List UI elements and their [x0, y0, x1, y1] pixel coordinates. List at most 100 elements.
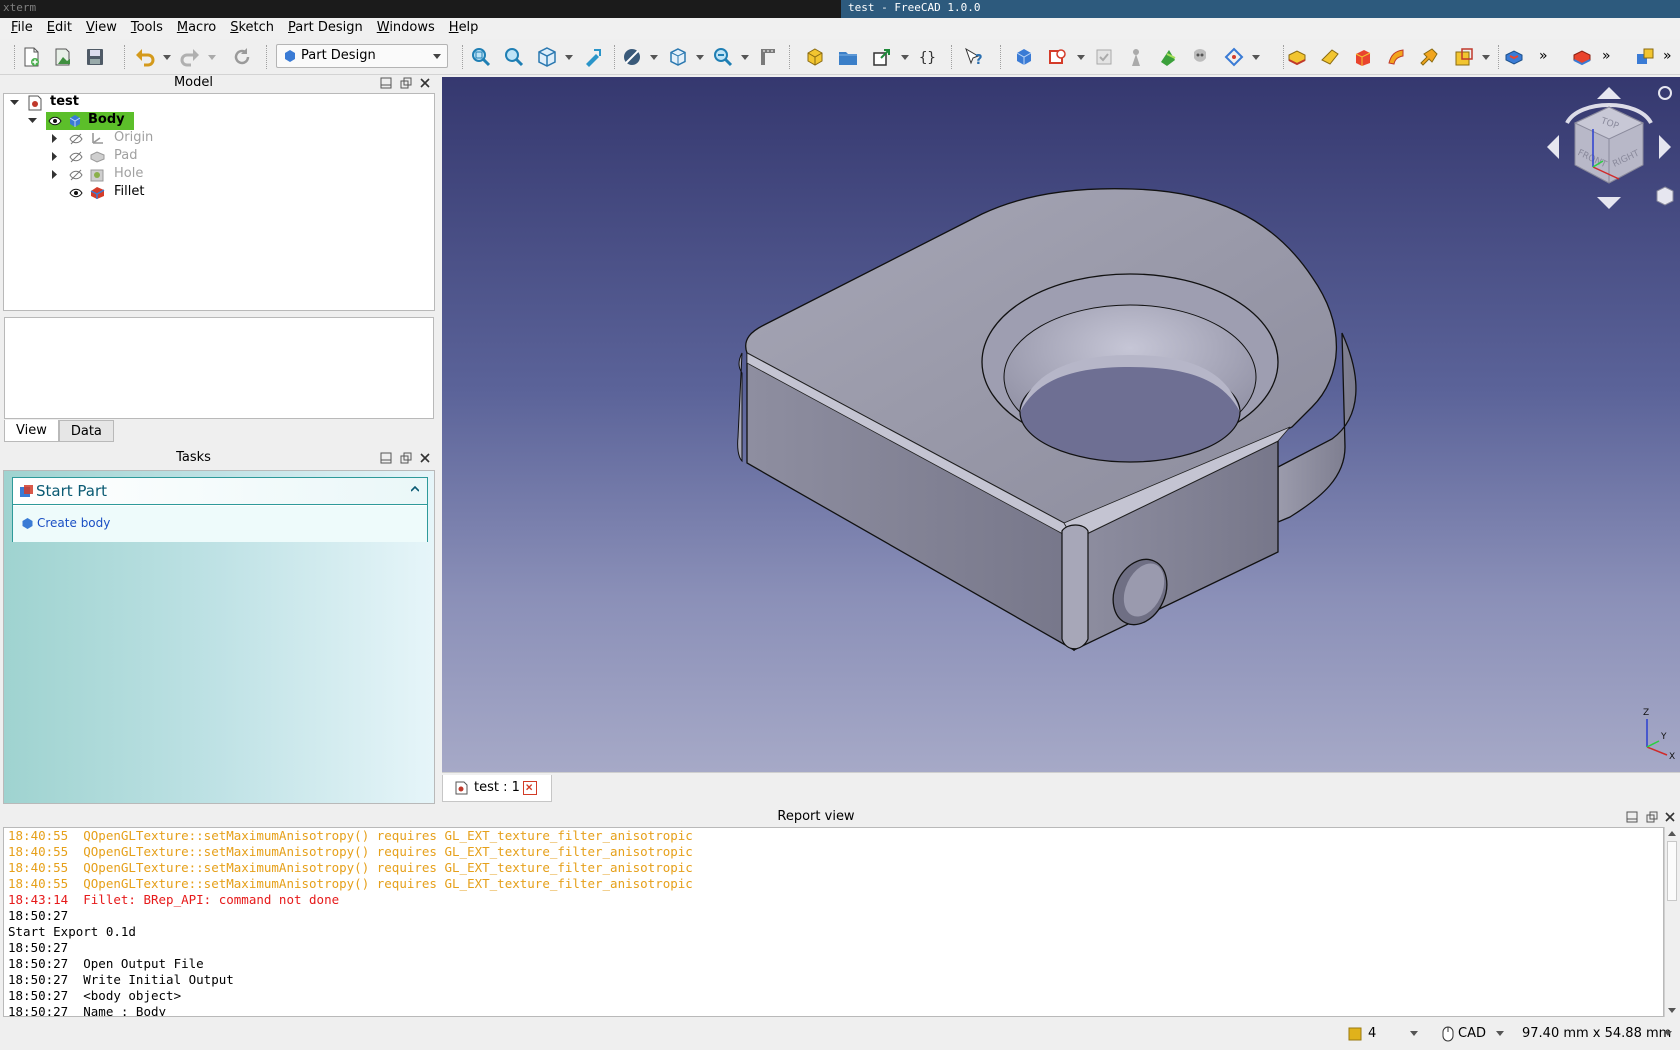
create-body-link[interactable]: Create body: [37, 516, 110, 530]
view-dimensions[interactable]: 97.40 mm x 54.88 mm: [1522, 1026, 1671, 1041]
navigation-style[interactable]: CAD: [1458, 1026, 1486, 1041]
create-part-icon[interactable]: [803, 45, 827, 69]
standard-views-icon[interactable]: [535, 45, 559, 69]
workbench-selector[interactable]: Part Design: [276, 44, 448, 68]
revolution-icon[interactable]: [1318, 45, 1342, 69]
scroll-down-icon[interactable]: [1668, 1008, 1676, 1014]
zoom-dropdown-icon[interactable]: [741, 55, 749, 61]
start-part-header[interactable]: Start Part: [13, 478, 427, 505]
redo-icon[interactable]: [178, 45, 202, 69]
fit-all-icon[interactable]: [469, 45, 493, 69]
notifications-count[interactable]: 4: [1368, 1026, 1376, 1041]
chevron-right-icon[interactable]: [52, 134, 58, 143]
float-icon[interactable]: [400, 77, 412, 89]
chevron-right-icon[interactable]: [52, 170, 58, 179]
minimize-icon[interactable]: [380, 77, 392, 89]
validate-sketch-icon[interactable]: [1092, 45, 1116, 69]
additive-primitive-icon[interactable]: [1452, 45, 1476, 69]
toolbar-overflow-3[interactable]: »: [1663, 48, 1672, 64]
scroll-thumb[interactable]: [1667, 841, 1677, 901]
datum-dropdown-icon[interactable]: [1252, 55, 1260, 61]
hidden-eye-icon[interactable]: [69, 133, 83, 145]
variable-set-icon[interactable]: {}: [916, 45, 940, 69]
nav-arrow-up-icon[interactable]: [1597, 87, 1621, 99]
nav-arrow-right-icon[interactable]: [1659, 135, 1671, 159]
create-sketch-icon[interactable]: [1046, 45, 1070, 69]
tab-data[interactable]: Data: [58, 420, 114, 442]
new-document-icon[interactable]: [19, 45, 43, 69]
toolbar-overflow-2[interactable]: »: [1602, 48, 1611, 64]
zoom-icon[interactable]: [711, 45, 735, 69]
visibility-eye-icon[interactable]: [48, 115, 62, 127]
undo-dropdown-icon[interactable]: [163, 55, 171, 61]
create-group-icon[interactable]: [836, 45, 860, 69]
menu-help[interactable]: Help: [442, 18, 486, 39]
chevron-up-icon[interactable]: [411, 486, 419, 492]
hidden-eye-icon[interactable]: [69, 151, 83, 163]
report-view[interactable]: 18:40:55 QOpenGLTexture::setMaximumAniso…: [3, 827, 1664, 1017]
toolbar-overflow-1[interactable]: »: [1539, 48, 1548, 64]
sketch-view-icon[interactable]: [581, 45, 605, 69]
draw-style-dropdown-icon[interactable]: [650, 55, 658, 61]
open-document-icon[interactable]: [51, 45, 75, 69]
subshape-binder-icon[interactable]: [1188, 45, 1212, 69]
nav-arrow-down-icon[interactable]: [1597, 197, 1621, 209]
nav-menu-icon[interactable]: [1658, 86, 1672, 100]
float-icon[interactable]: [1646, 811, 1658, 823]
scroll-up-icon[interactable]: [1668, 830, 1676, 836]
measure-icon[interactable]: [756, 45, 780, 69]
menu-file[interactable]: File: [4, 18, 40, 39]
visibility-eye-icon[interactable]: [69, 187, 83, 199]
link-dropdown-icon[interactable]: [901, 55, 909, 61]
boolean-icon[interactable]: [1570, 45, 1594, 69]
close-icon[interactable]: [419, 452, 431, 464]
nav-view-menu-icon[interactable]: [1656, 186, 1674, 206]
notifications-dropdown-icon[interactable]: [1410, 1031, 1418, 1037]
menu-macro[interactable]: Macro: [170, 18, 223, 39]
standard-views-dropdown-icon[interactable]: [565, 55, 573, 61]
sketch-dropdown-icon[interactable]: [1077, 55, 1085, 61]
navigation-cube[interactable]: TOP FRONT RIGHT: [1539, 79, 1679, 214]
hidden-eye-icon[interactable]: [69, 169, 83, 181]
chevron-down-icon[interactable]: [28, 118, 37, 124]
pocket-icon[interactable]: [1502, 45, 1526, 69]
menu-part-design[interactable]: Part Design: [281, 18, 370, 39]
notifications-icon[interactable]: [1348, 1027, 1362, 1041]
navigation-style-dropdown-icon[interactable]: [1496, 1031, 1504, 1037]
menu-edit[interactable]: Edit: [40, 18, 79, 39]
minimize-icon[interactable]: [380, 452, 392, 464]
additive-helix-icon[interactable]: [1417, 45, 1441, 69]
shape-binder-icon[interactable]: [1156, 45, 1180, 69]
report-scrollbar[interactable]: [1664, 827, 1679, 1017]
3d-viewport[interactable]: TOP FRONT RIGHT Z Y X: [442, 77, 1680, 772]
box-selection-dropdown-icon[interactable]: [696, 55, 704, 61]
transform-icon[interactable]: [1633, 45, 1657, 69]
refresh-icon[interactable]: [230, 45, 254, 69]
box-selection-icon[interactable]: [666, 45, 690, 69]
close-icon[interactable]: [1664, 811, 1676, 823]
link-actions-icon[interactable]: [870, 45, 894, 69]
create-datum-icon[interactable]: [1124, 45, 1148, 69]
float-icon[interactable]: [400, 452, 412, 464]
chevron-right-icon[interactable]: [52, 152, 58, 161]
undo-icon[interactable]: [133, 45, 157, 69]
pad-icon[interactable]: [1285, 45, 1309, 69]
part-model[interactable]: [737, 188, 1357, 652]
save-document-icon[interactable]: [83, 45, 107, 69]
additive-pipe-icon[interactable]: [1384, 45, 1408, 69]
dimensions-dropdown-icon[interactable]: [1664, 1031, 1672, 1037]
menu-windows[interactable]: Windows: [370, 18, 442, 39]
menu-tools[interactable]: Tools: [124, 18, 170, 39]
close-tab-icon[interactable]: [523, 781, 537, 795]
create-body-icon[interactable]: [1012, 45, 1036, 69]
document-tab-test[interactable]: test : 1: [442, 775, 552, 802]
additive-loft-icon[interactable]: [1351, 45, 1375, 69]
whats-this-icon[interactable]: ?: [962, 45, 986, 69]
menu-sketch[interactable]: Sketch: [223, 18, 281, 39]
draw-style-icon[interactable]: [620, 45, 644, 69]
clone-icon[interactable]: [1222, 45, 1246, 69]
menu-view[interactable]: View: [79, 18, 124, 39]
chevron-down-icon[interactable]: [10, 100, 19, 106]
tab-view[interactable]: View: [4, 420, 59, 442]
minimize-icon[interactable]: [1626, 811, 1638, 823]
